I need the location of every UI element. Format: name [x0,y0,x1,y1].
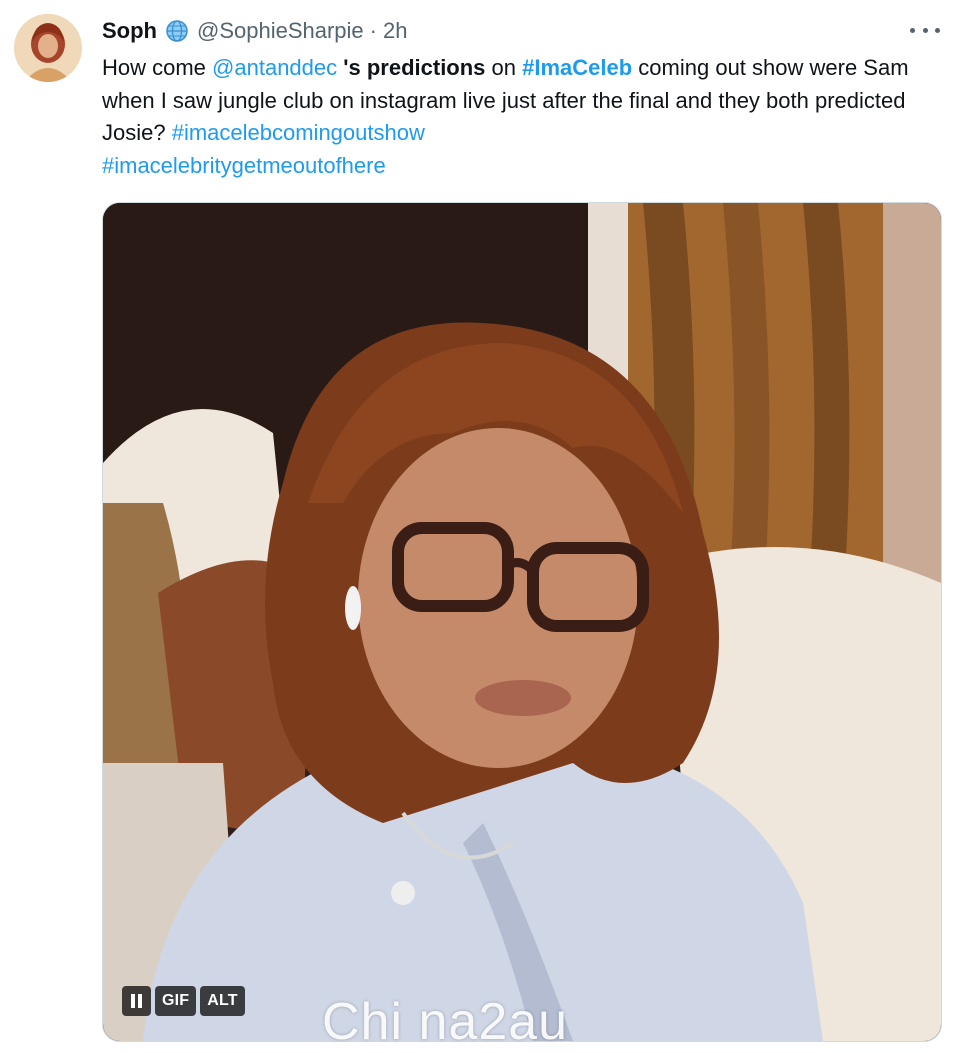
tweet-text: How come @antanddec 's predictions on #I… [102,52,932,182]
hashtag-link[interactable]: #imacelebcomingoutshow [172,120,425,145]
alt-badge[interactable]: ALT [200,986,245,1016]
text-part: 's [337,55,367,80]
tweet: Soph @SophieSharpie · 2h How come @antan… [0,0,962,1053]
gif-badge: GIF [155,986,197,1016]
hashtag-link[interactable]: #imacelebritygetmeoutofhere [102,153,386,178]
more-icon[interactable] [910,20,940,40]
separator-dot: · [369,18,377,43]
author-handle[interactable]: @SophieSharpie [197,18,364,44]
bold-word: predictions [366,55,486,80]
gif-media[interactable] [102,202,942,1042]
hashtag-link[interactable]: #ImaCeleb [522,55,632,80]
timestamp[interactable]: 2h [383,18,407,44]
pause-icon[interactable] [122,986,151,1016]
text-part: on [485,55,523,80]
text-part: How come [102,55,213,80]
author-name[interactable]: Soph [102,18,157,44]
avatar[interactable] [14,14,82,82]
mention-link[interactable]: @antanddec [212,55,337,80]
globe-icon [165,19,189,43]
tweet-header: Soph @SophieSharpie · 2h [102,16,407,46]
watermark: Chi na2au [322,993,569,1051]
media-badges: GIF ALT [122,986,245,1016]
